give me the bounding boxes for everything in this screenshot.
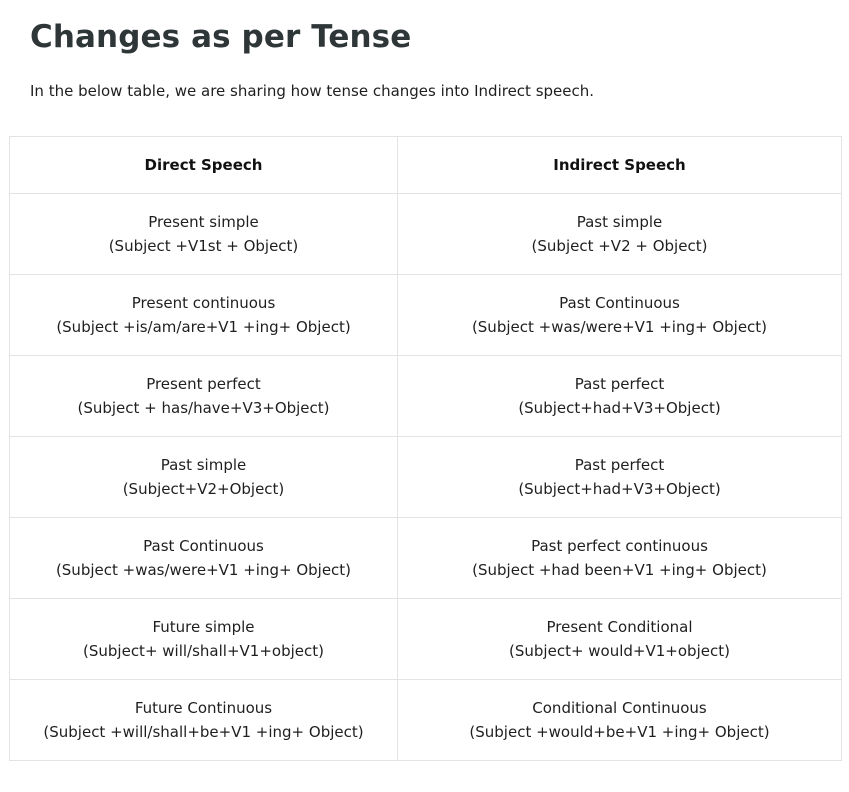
header-indirect-speech: Indirect Speech — [397, 136, 842, 194]
indirect-speech-cell: Conditional Continuous (Subject +would+b… — [397, 679, 842, 761]
tense-formula: (Subject +is/am/are+V1 +ing+ Object) — [56, 318, 351, 336]
tense-formula: (Subject +was/were+V1 +ing+ Object) — [471, 318, 768, 336]
direct-speech-cell: Present continuous (Subject +is/am/are+V… — [9, 274, 398, 356]
table-row: Future simple (Subject+ will/shall+V1+ob… — [9, 598, 842, 680]
indirect-speech-cell: Past perfect (Subject+had+V3+Object) — [397, 436, 842, 518]
table-row: Future Continuous (Subject +will/shall+b… — [9, 679, 842, 761]
tense-formula: (Subject + has/have+V3+Object) — [77, 399, 330, 417]
tense-name: Future simple — [152, 618, 255, 636]
tense-name: Past simple — [576, 213, 663, 231]
tense-name: Conditional Continuous — [532, 699, 707, 717]
tense-name: Past simple — [160, 456, 247, 474]
direct-speech-cell: Present simple (Subject +V1st + Object) — [9, 193, 398, 275]
table-row: Present simple (Subject +V1st + Object) … — [9, 193, 842, 275]
tense-formula: (Subject+ would+V1+object) — [509, 642, 730, 660]
direct-speech-cell: Future simple (Subject+ will/shall+V1+ob… — [9, 598, 398, 680]
tense-name: Past Continuous — [559, 294, 680, 312]
section-heading: Changes as per Tense — [30, 19, 412, 55]
tense-formula: (Subject+V2+Object) — [122, 480, 285, 498]
intro-paragraph: In the below table, we are sharing how t… — [30, 82, 595, 100]
indirect-speech-cell: Past perfect continuous (Subject +had be… — [397, 517, 842, 599]
table-row: Present perfect (Subject + has/have+V3+O… — [9, 355, 842, 437]
direct-speech-cell: Past simple (Subject+V2+Object) — [9, 436, 398, 518]
tense-name: Past Continuous — [143, 537, 264, 555]
direct-speech-cell: Past Continuous (Subject +was/were+V1 +i… — [9, 517, 398, 599]
header-direct-speech: Direct Speech — [9, 136, 398, 194]
tense-name: Past perfect — [574, 375, 665, 393]
tense-name: Past perfect continuous — [531, 537, 708, 555]
tense-formula: (Subject+had+V3+Object) — [518, 399, 721, 417]
tense-name: Past perfect — [574, 456, 665, 474]
article-section: Changes as per Tense In the below table,… — [0, 0, 849, 792]
tense-formula: (Subject +V2 + Object) — [531, 237, 708, 255]
indirect-speech-cell: Past perfect (Subject+had+V3+Object) — [397, 355, 842, 437]
tense-formula: (Subject+had+V3+Object) — [518, 480, 721, 498]
tense-name: Present perfect — [146, 375, 261, 393]
direct-speech-cell: Future Continuous (Subject +will/shall+b… — [9, 679, 398, 761]
tense-name: Present simple — [148, 213, 259, 231]
tense-formula: (Subject +V1st + Object) — [108, 237, 299, 255]
tense-formula: (Subject +had been+V1 +ing+ Object) — [472, 561, 767, 579]
indirect-speech-cell: Present Conditional (Subject+ would+V1+o… — [397, 598, 842, 680]
tense-formula: (Subject+ will/shall+V1+object) — [83, 642, 324, 660]
table-row: Past Continuous (Subject +was/were+V1 +i… — [9, 517, 842, 599]
table-header-row: Direct Speech Indirect Speech — [9, 136, 842, 194]
tense-formula: (Subject +was/were+V1 +ing+ Object) — [55, 561, 352, 579]
indirect-speech-cell: Past simple (Subject +V2 + Object) — [397, 193, 842, 275]
tense-name: Future Continuous — [134, 699, 273, 717]
tense-formula: (Subject +will/shall+be+V1 +ing+ Object) — [43, 723, 364, 741]
table-row: Past simple (Subject+V2+Object) Past per… — [9, 436, 842, 518]
tense-name: Present Conditional — [546, 618, 693, 636]
tense-formula: (Subject +would+be+V1 +ing+ Object) — [469, 723, 770, 741]
direct-speech-cell: Present perfect (Subject + has/have+V3+O… — [9, 355, 398, 437]
table-row: Present continuous (Subject +is/am/are+V… — [9, 274, 842, 356]
tense-change-table: Direct Speech Indirect Speech Present si… — [9, 136, 842, 761]
indirect-speech-cell: Past Continuous (Subject +was/were+V1 +i… — [397, 274, 842, 356]
tense-name: Present continuous — [131, 294, 276, 312]
